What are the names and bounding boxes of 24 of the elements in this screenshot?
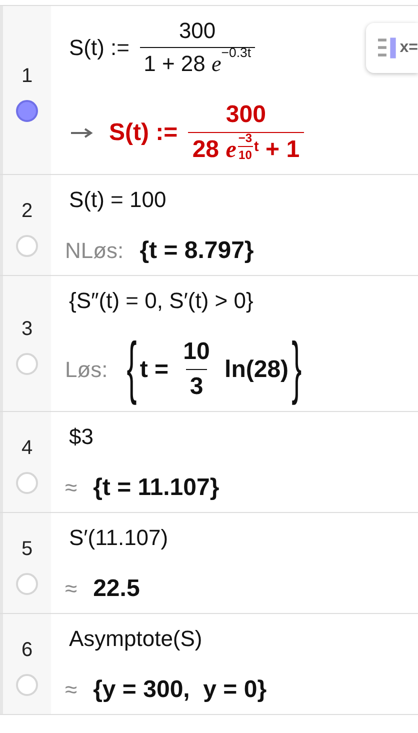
output-label: Løs: bbox=[65, 356, 108, 382]
row-number: 6 bbox=[21, 638, 33, 662]
output-label: ≈ bbox=[65, 677, 78, 703]
toolbar-label[interactable]: x= bbox=[400, 39, 418, 57]
result-formula: {t = 11.107} bbox=[93, 474, 220, 502]
output-label: NLøs: bbox=[65, 238, 124, 264]
result-formula: {t = 8.797} bbox=[140, 237, 254, 265]
input-formula[interactable]: Asymptote(S) bbox=[65, 626, 202, 652]
row-number: 2 bbox=[21, 200, 33, 222]
result-formula: 22.5 bbox=[93, 575, 140, 603]
input-formula[interactable]: {S″(t) = 0, S′(t) > 0} bbox=[65, 288, 254, 314]
list-icon[interactable] bbox=[378, 37, 397, 59]
result-formula: {y = 300, y = 0} bbox=[93, 676, 267, 704]
row-number: 1 bbox=[21, 64, 33, 88]
selection-circle[interactable] bbox=[16, 100, 38, 122]
output-label: ≈ bbox=[65, 576, 78, 602]
input-formula[interactable]: S′(11.107) bbox=[65, 525, 168, 551]
arrow-icon bbox=[71, 128, 93, 138]
row-number: 4 bbox=[21, 436, 33, 460]
input-formula[interactable]: S(t) = 100 bbox=[65, 187, 166, 213]
row-number: 5 bbox=[21, 538, 33, 560]
row-number: 3 bbox=[21, 318, 33, 341]
output-label: ≈ bbox=[65, 475, 78, 501]
input-formula[interactable]: $3 bbox=[65, 424, 94, 450]
